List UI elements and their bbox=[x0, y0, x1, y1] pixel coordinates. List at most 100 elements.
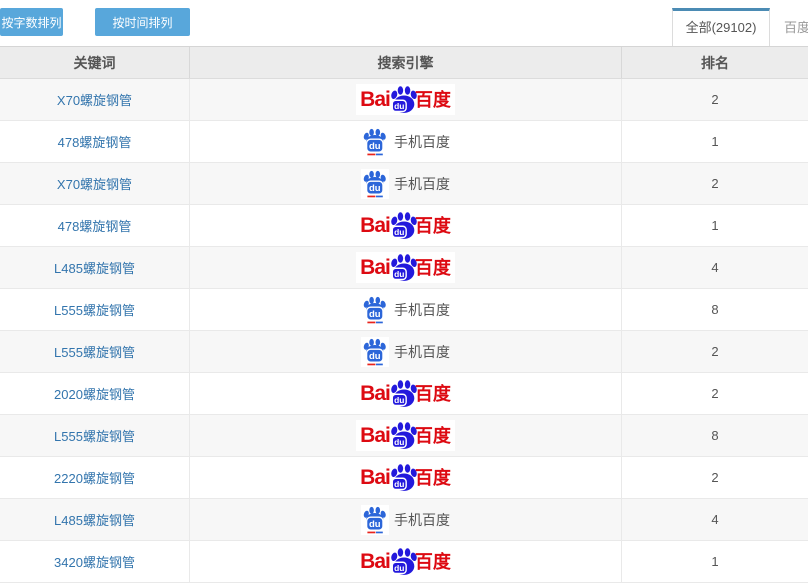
baidu-logo-cn-text: 百度 bbox=[415, 91, 451, 109]
keyword-cell: 2220螺旋钢管 bbox=[0, 457, 190, 498]
baidu-logo-bai-text: Bai bbox=[360, 425, 390, 446]
search-engine-cell: Bai du 百度 bbox=[190, 415, 622, 456]
mobile-baidu-label: 手机百度 bbox=[394, 132, 450, 152]
baidu-logo-bai-text: Bai bbox=[360, 257, 390, 278]
rank-value: 4 bbox=[711, 512, 718, 527]
table-row: X70螺旋钢管 du 手机百度 2 bbox=[0, 163, 808, 205]
keyword-link[interactable]: L555螺旋钢管 bbox=[54, 300, 135, 319]
keyword-cell: L485螺旋钢管 bbox=[0, 247, 190, 288]
header-rank: 排名 bbox=[622, 47, 808, 78]
header-search-engine: 搜索引擎 bbox=[190, 47, 622, 78]
table-row: 3420螺旋钢管 Bai du 百度 1 bbox=[0, 541, 808, 583]
mobile-baidu-engine: du 手机百度 bbox=[361, 169, 450, 199]
svg-text:du: du bbox=[394, 395, 404, 405]
rank-value: 2 bbox=[711, 92, 718, 107]
table-row: 2020螺旋钢管 Bai du 百度 2 bbox=[0, 373, 808, 415]
baidu-logo-cn-text: 百度 bbox=[415, 469, 451, 487]
keyword-cell: L555螺旋钢管 bbox=[0, 415, 190, 456]
sort-by-wordcount-button[interactable]: 按字数排列 bbox=[0, 8, 63, 36]
keyword-link[interactable]: L555螺旋钢管 bbox=[54, 342, 135, 361]
keyword-cell: 2020螺旋钢管 bbox=[0, 373, 190, 414]
mobile-baidu-label: 手机百度 bbox=[394, 510, 450, 530]
sort-by-time-button[interactable]: 按时间排列 bbox=[95, 8, 190, 36]
keyword-link[interactable]: X70螺旋钢管 bbox=[57, 90, 132, 109]
search-engine-cell: du 手机百度 bbox=[190, 163, 622, 204]
svg-text:du: du bbox=[369, 183, 381, 194]
keyword-link[interactable]: 2220螺旋钢管 bbox=[54, 468, 135, 487]
keyword-cell: X70螺旋钢管 bbox=[0, 163, 190, 204]
baidu-logo-bai-text: Bai bbox=[360, 551, 390, 572]
mobile-baidu-icon: du bbox=[361, 169, 389, 199]
table-row: L485螺旋钢管 Bai du 百度 4 bbox=[0, 247, 808, 289]
mobile-baidu-label: 手机百度 bbox=[394, 342, 450, 362]
tab-baidu[interactable]: 百度 bbox=[770, 8, 808, 46]
table-row: X70螺旋钢管 Bai du 百度 2 bbox=[0, 79, 808, 121]
search-engine-cell: du 手机百度 bbox=[190, 289, 622, 330]
table-row: 2220螺旋钢管 Bai du 百度 2 bbox=[0, 457, 808, 499]
rank-value: 2 bbox=[711, 176, 718, 191]
rank-cell: 2 bbox=[622, 79, 808, 120]
rank-cell: 2 bbox=[622, 331, 808, 372]
mobile-baidu-engine: du 手机百度 bbox=[361, 505, 450, 535]
search-engine-cell: du 手机百度 bbox=[190, 331, 622, 372]
keyword-cell: 478螺旋钢管 bbox=[0, 121, 190, 162]
baidu-logo-cn-text: 百度 bbox=[415, 217, 451, 235]
baidu-logo-cn-text: 百度 bbox=[415, 553, 451, 571]
mobile-baidu-icon: du bbox=[361, 337, 389, 367]
rank-cell: 2 bbox=[622, 163, 808, 204]
baidu-logo-cn-text: 百度 bbox=[415, 385, 451, 403]
rank-value: 2 bbox=[711, 386, 718, 401]
keyword-cell: X70螺旋钢管 bbox=[0, 79, 190, 120]
rank-cell: 2 bbox=[622, 373, 808, 414]
table-row: L555螺旋钢管 du 手机百度 2 bbox=[0, 331, 808, 373]
rank-value: 4 bbox=[711, 260, 718, 275]
baidu-logo-cn-text: 百度 bbox=[415, 259, 451, 277]
rank-cell: 1 bbox=[622, 205, 808, 246]
rank-cell: 8 bbox=[622, 415, 808, 456]
mobile-baidu-icon: du bbox=[361, 295, 389, 325]
keyword-cell: L485螺旋钢管 bbox=[0, 499, 190, 540]
baidu-logo-bai-text: Bai bbox=[360, 215, 390, 236]
keyword-link[interactable]: L555螺旋钢管 bbox=[54, 426, 135, 445]
baidu-logo: Bai du 百度 bbox=[356, 210, 455, 241]
table-row: 478螺旋钢管 Bai du 百度 1 bbox=[0, 205, 808, 247]
baidu-logo: Bai du 百度 bbox=[356, 420, 455, 451]
keyword-link[interactable]: L485螺旋钢管 bbox=[54, 258, 135, 277]
table-row: L555螺旋钢管 du 手机百度 8 bbox=[0, 289, 808, 331]
rank-value: 1 bbox=[711, 218, 718, 233]
keyword-link[interactable]: 478螺旋钢管 bbox=[58, 216, 132, 235]
mobile-baidu-icon: du bbox=[361, 505, 389, 535]
search-engine-cell: Bai du 百度 bbox=[190, 205, 622, 246]
baidu-logo-cn-text: 百度 bbox=[415, 427, 451, 445]
keyword-cell: L555螺旋钢管 bbox=[0, 289, 190, 330]
tab-all[interactable]: 全部(29102) bbox=[672, 8, 770, 46]
search-engine-cell: Bai du 百度 bbox=[190, 541, 622, 582]
keyword-cell: 478螺旋钢管 bbox=[0, 205, 190, 246]
svg-text:du: du bbox=[369, 309, 381, 320]
rank-cell: 2 bbox=[622, 457, 808, 498]
table-row: L555螺旋钢管 Bai du 百度 8 bbox=[0, 415, 808, 457]
svg-text:du: du bbox=[394, 227, 404, 237]
table-header-row: 关键词 搜索引擎 排名 bbox=[0, 46, 808, 79]
keyword-link[interactable]: X70螺旋钢管 bbox=[57, 174, 132, 193]
svg-text:du: du bbox=[369, 519, 381, 530]
search-engine-cell: du 手机百度 bbox=[190, 121, 622, 162]
engine-filter-tabs: 全部(29102) 百度 bbox=[672, 8, 808, 46]
search-engine-cell: Bai du 百度 bbox=[190, 247, 622, 288]
mobile-baidu-label: 手机百度 bbox=[394, 300, 450, 320]
keyword-link[interactable]: 478螺旋钢管 bbox=[58, 132, 132, 151]
ranking-table: 关键词 搜索引擎 排名 X70螺旋钢管 Bai du 百度 2 bbox=[0, 46, 808, 583]
svg-text:du: du bbox=[394, 101, 404, 111]
rank-value: 1 bbox=[711, 134, 718, 149]
mobile-baidu-label: 手机百度 bbox=[394, 174, 450, 194]
keyword-link[interactable]: 2020螺旋钢管 bbox=[54, 384, 135, 403]
keyword-link[interactable]: L485螺旋钢管 bbox=[54, 510, 135, 529]
keyword-link[interactable]: 3420螺旋钢管 bbox=[54, 552, 135, 571]
keyword-cell: L555螺旋钢管 bbox=[0, 331, 190, 372]
table-row: 478螺旋钢管 du 手机百度 1 bbox=[0, 121, 808, 163]
mobile-baidu-icon: du bbox=[361, 127, 389, 157]
baidu-logo: Bai du 百度 bbox=[356, 378, 455, 409]
table-body: X70螺旋钢管 Bai du 百度 2 478螺旋钢管 bbox=[0, 79, 808, 583]
rank-value: 8 bbox=[711, 428, 718, 443]
rank-cell: 4 bbox=[622, 499, 808, 540]
